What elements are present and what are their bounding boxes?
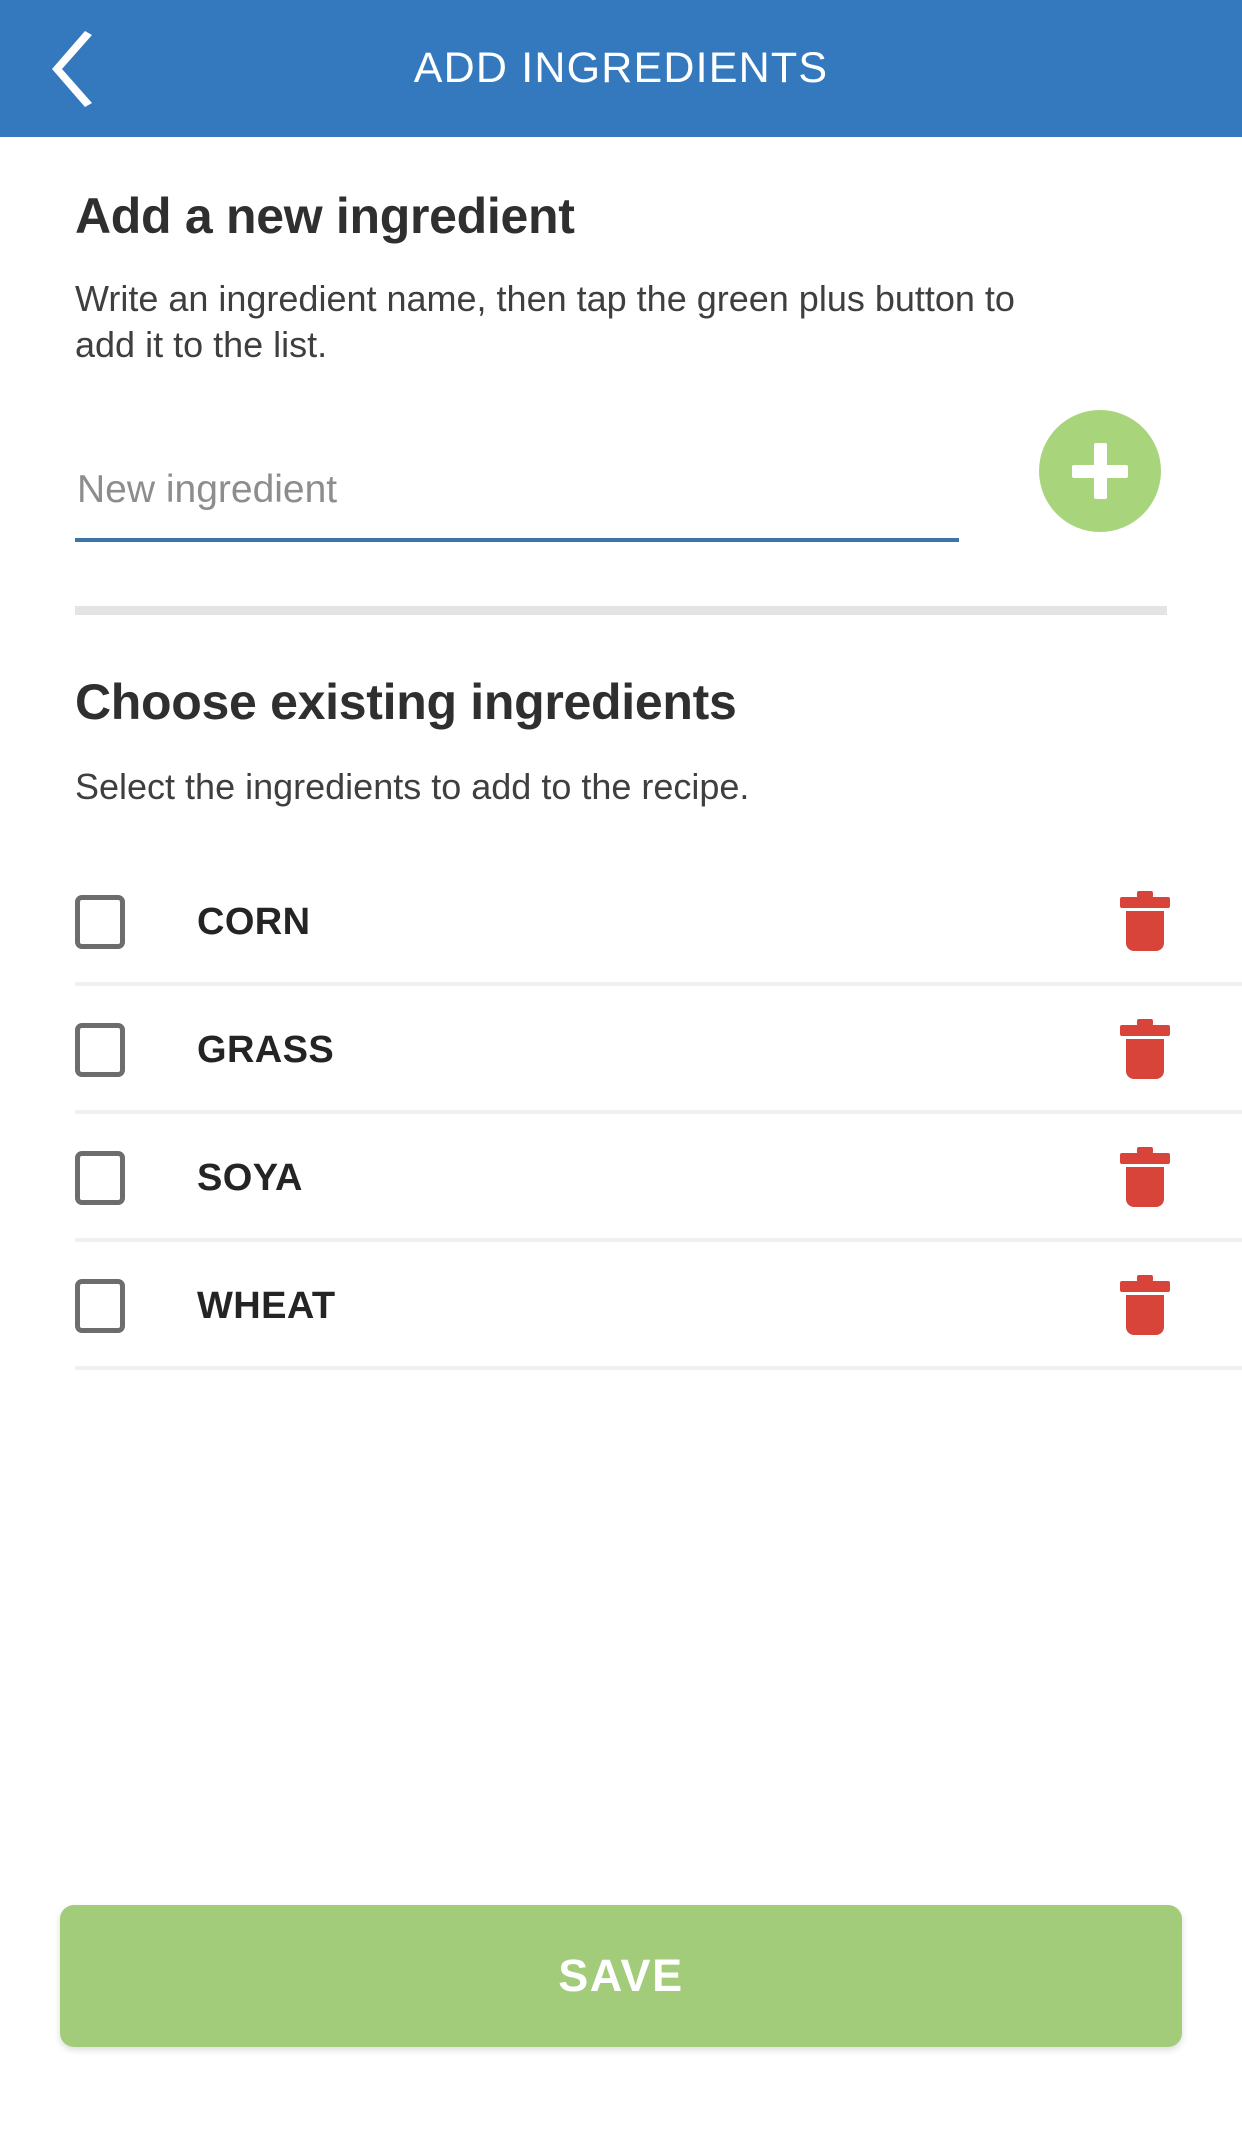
row-divider [75, 1366, 1242, 1371]
delete-ingredient-button[interactable] [1103, 1130, 1187, 1226]
add-new-ingredient-section: Add a new ingredient Write an ingredient… [0, 137, 1242, 616]
choose-existing-heading: Choose existing ingredients [75, 674, 737, 731]
save-button[interactable]: SAVE [60, 1905, 1182, 2047]
choose-existing-section: Choose existing ingredients Select the i… [0, 615, 1242, 1371]
ingredient-checkbox[interactable] [75, 1279, 125, 1334]
delete-ingredient-button[interactable] [1103, 1258, 1187, 1354]
add-new-heading: Add a new ingredient [75, 188, 575, 244]
app-bar: ADD INGREDIENTS [0, 0, 1242, 137]
new-ingredient-input-row [75, 410, 1167, 550]
trash-icon [1118, 1019, 1172, 1081]
new-ingredient-input[interactable] [75, 450, 959, 543]
list-item[interactable]: SOYA [0, 1114, 1242, 1243]
ingredient-checkbox[interactable] [75, 1023, 125, 1078]
new-ingredient-input-wrap [75, 450, 959, 550]
ingredient-label: WHEAT [197, 1284, 336, 1327]
ingredient-label: GRASS [197, 1028, 335, 1071]
delete-ingredient-button[interactable] [1103, 1002, 1187, 1098]
list-item[interactable]: GRASS [0, 986, 1242, 1115]
chevron-left-icon [51, 30, 97, 107]
list-item[interactable]: CORN [0, 858, 1242, 987]
save-bar: SAVE [0, 1905, 1242, 2047]
back-button[interactable] [26, 21, 122, 117]
section-divider [75, 606, 1167, 616]
ingredient-checkbox[interactable] [75, 895, 125, 950]
add-ingredients-screen: ADD INGREDIENTS Add a new ingredient Wri… [0, 0, 1242, 2154]
ingredient-checkbox[interactable] [75, 1151, 125, 1206]
page-title: ADD INGREDIENTS [413, 44, 829, 92]
choose-existing-description: Select the ingredients to add to the rec… [75, 766, 750, 808]
trash-icon [1118, 891, 1172, 953]
ingredient-list: CORN GRASS SOYA WHEAT [0, 858, 1242, 1371]
add-new-description: Write an ingredient name, then tap the g… [75, 278, 1015, 366]
list-item[interactable]: WHEAT [0, 1242, 1242, 1371]
delete-ingredient-button[interactable] [1103, 874, 1187, 970]
ingredient-label: CORN [197, 900, 311, 943]
trash-icon [1118, 1147, 1172, 1209]
ingredient-label: SOYA [197, 1156, 303, 1199]
add-ingredient-button[interactable] [1039, 410, 1161, 533]
trash-icon [1118, 1275, 1172, 1337]
